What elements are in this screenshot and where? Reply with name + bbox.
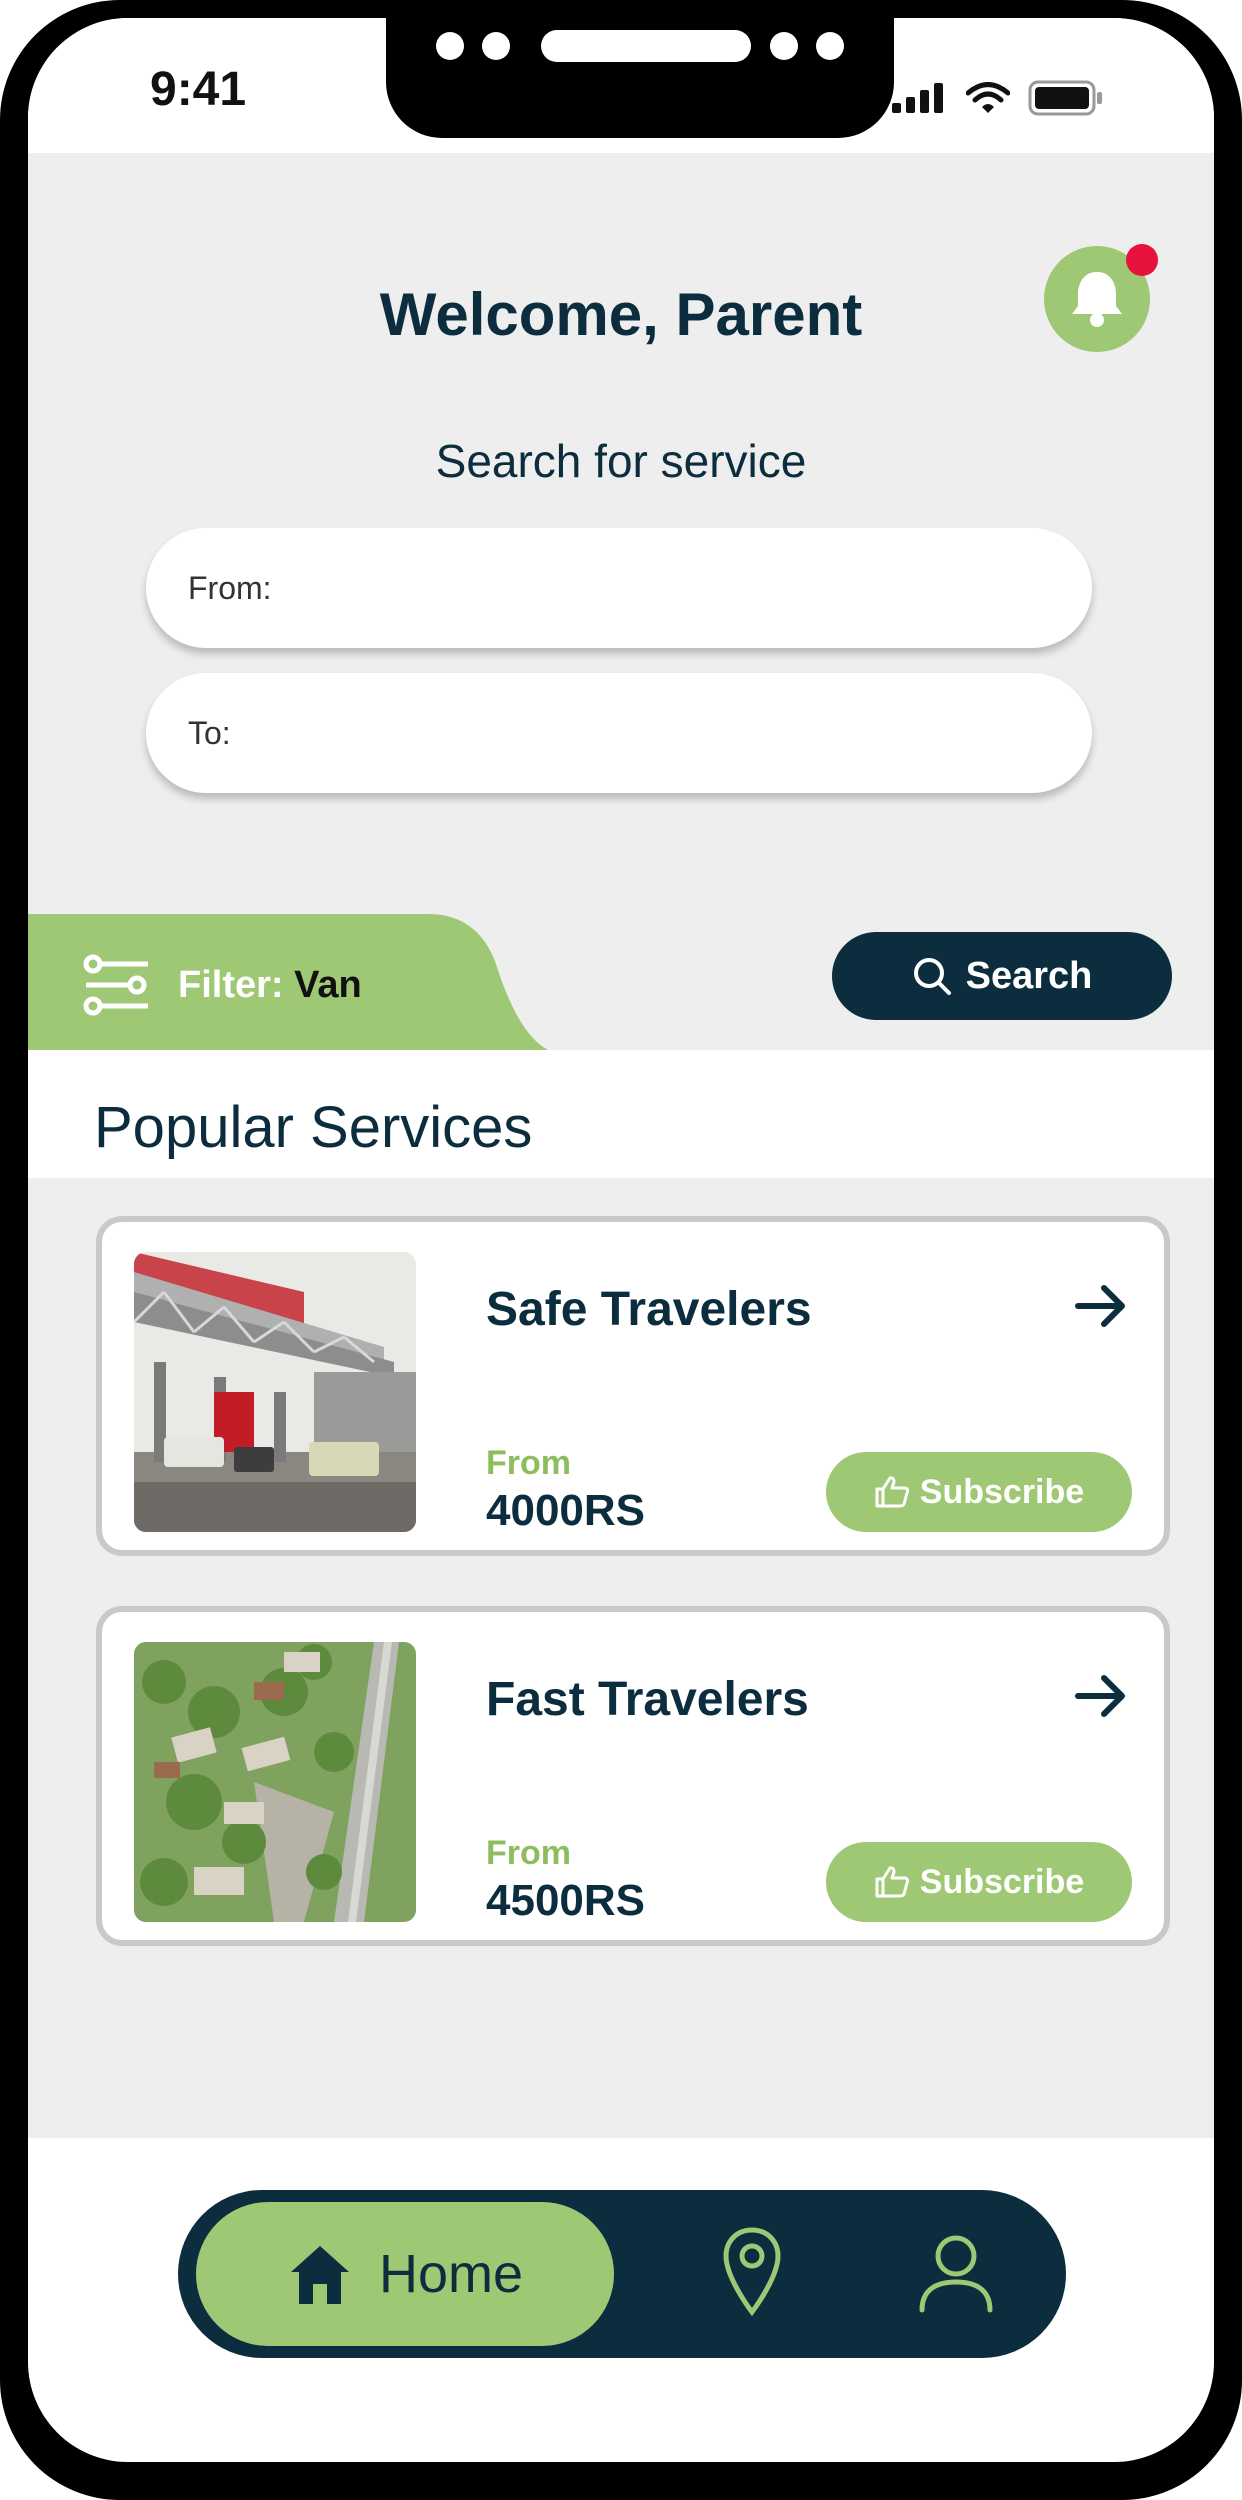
thumbs-up-icon (875, 1866, 909, 1898)
search-icon (913, 958, 951, 995)
bell-icon (1072, 272, 1122, 327)
search-heading: Search for service (435, 435, 807, 487)
status-bar: 9:41 (28, 18, 1214, 153)
location-pin-icon[interactable] (722, 2226, 782, 2318)
filter-label[interactable]: Filter: Van (178, 964, 362, 1007)
from-field[interactable]: From: (146, 528, 1092, 648)
search-button[interactable]: Search (832, 932, 1172, 1020)
notification-badge (1126, 244, 1158, 276)
status-time: 9:41 (150, 63, 247, 116)
filter-sliders-icon (83, 954, 148, 1016)
service-image (134, 1252, 416, 1532)
thumbs-up-icon (875, 1476, 909, 1508)
price-from-label: From (486, 1834, 571, 1872)
to-input[interactable] (240, 713, 1092, 753)
page-title: Welcome, Parent (379, 281, 863, 348)
subscribe-label: Subscribe (919, 1862, 1085, 1901)
wifi-icon (966, 82, 1010, 113)
to-field[interactable]: To: (146, 673, 1092, 793)
profile-icon[interactable] (918, 2234, 994, 2314)
service-card[interactable]: Fast Travelers From 4500RS Subscribe (96, 1606, 1170, 1946)
arrow-right-icon[interactable] (1074, 1674, 1128, 1718)
status-icons (892, 80, 1104, 116)
service-price: 4000RS (486, 1486, 646, 1535)
nav-home-tab[interactable]: Home (196, 2202, 614, 2346)
service-name: Fast Travelers (486, 1673, 809, 1726)
search-button-label: Search (965, 954, 1093, 997)
phone-frame: 9:41 Welcome, Parent Search for service … (0, 0, 1242, 2500)
signal-icon (892, 83, 943, 113)
app-screen: 9:41 Welcome, Parent Search for service … (28, 18, 1214, 2462)
service-image (134, 1642, 416, 1922)
price-from-label: From (486, 1444, 571, 1482)
notch (386, 18, 894, 138)
bottom-nav: Home (178, 2190, 1066, 2358)
service-card[interactable]: Safe Travelers From 4000RS Subscribe (96, 1216, 1170, 1556)
subscribe-label: Subscribe (919, 1472, 1085, 1511)
service-name: Safe Travelers (486, 1283, 812, 1336)
arrow-right-icon[interactable] (1074, 1284, 1128, 1328)
nav-home-label: Home (378, 2244, 524, 2304)
subscribe-button[interactable]: Subscribe (826, 1452, 1132, 1532)
section-title: Popular Services (94, 1095, 533, 1160)
from-label: From: (188, 569, 272, 606)
battery-icon (1028, 80, 1102, 116)
filter-value: Van (294, 964, 362, 1006)
filter-label-text: Filter: (178, 964, 284, 1006)
to-label: To: (188, 714, 231, 751)
home-icon (290, 2246, 349, 2304)
service-price: 4500RS (486, 1876, 646, 1925)
from-input[interactable] (281, 568, 1092, 608)
subscribe-button[interactable]: Subscribe (826, 1842, 1132, 1922)
